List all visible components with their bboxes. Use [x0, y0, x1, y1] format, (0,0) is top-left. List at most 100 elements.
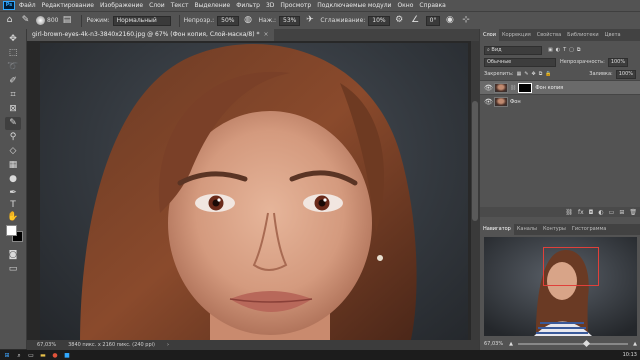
layer-name[interactable]: Фон [510, 99, 521, 105]
navigator-preview[interactable] [484, 237, 637, 336]
tab-paths[interactable]: Контуры [540, 224, 569, 235]
lock-all-icon[interactable]: 🔒 [545, 71, 551, 77]
filter-smart-icon[interactable]: ⧉ [577, 47, 581, 53]
brush-tool-icon[interactable]: ✎ [20, 15, 31, 26]
eye-icon[interactable]: 👁 [484, 98, 494, 106]
angle-field[interactable]: 0° [425, 15, 441, 26]
zoom-in-icon[interactable]: ▲ [633, 341, 637, 347]
brush-settings-icon[interactable]: ▤ [61, 15, 72, 26]
filter-shape-icon[interactable]: ▢ [569, 47, 574, 53]
layer-name[interactable]: Фон копия [535, 85, 563, 91]
airbrush-icon[interactable]: ✈ [304, 15, 315, 26]
marquee-tool-icon[interactable]: ⬚ [5, 47, 21, 60]
filter-type-icon[interactable]: T [563, 47, 566, 53]
mode-select[interactable]: Нормальный [112, 15, 171, 26]
eraser-tool-icon[interactable]: ◇ [5, 145, 21, 158]
home-icon[interactable]: ⌂ [4, 15, 15, 26]
frame-tool-icon[interactable]: ⊠ [5, 103, 21, 116]
tab-properties[interactable]: Свойства [534, 29, 564, 41]
status-zoom[interactable]: 67,03% [37, 342, 56, 348]
menu-select[interactable]: Выделение [194, 2, 230, 9]
layer-opacity-field[interactable]: 100% [607, 57, 629, 67]
layer-row-fon-kopiya[interactable]: 👁 ⛓ Фон копия [480, 80, 640, 94]
filter-pixel-icon[interactable]: ▣ [548, 47, 553, 53]
blend-mode-select[interactable]: Обычные [484, 57, 556, 67]
symmetry-icon[interactable]: ⊹ [460, 15, 471, 26]
pressure-field[interactable]: 53% [279, 15, 301, 26]
brush-tool-icon[interactable]: ✎ [5, 117, 21, 130]
screen-mode-icon[interactable]: ▭ [5, 263, 21, 276]
folder-icon[interactable]: ▭ [609, 209, 615, 216]
tab-navigator[interactable]: Навигатор [480, 224, 514, 235]
crop-tool-icon[interactable]: ⌗ [5, 89, 21, 102]
brush-preset-icon[interactable] [36, 16, 45, 25]
menu-file[interactable]: Файл [19, 2, 36, 9]
lock-artboard-icon[interactable]: ⧉ [539, 71, 543, 77]
menu-3d[interactable]: 3D [266, 2, 274, 9]
gradient-tool-icon[interactable]: ▦ [5, 159, 21, 172]
tab-layers[interactable]: Слои [480, 29, 499, 41]
navigator-zoom-value[interactable]: 67,03% [484, 341, 503, 347]
menu-help[interactable]: Справка [419, 2, 445, 9]
tab-histogram[interactable]: Гистограмма [569, 224, 610, 235]
menu-filter[interactable]: Фильтр [236, 2, 260, 9]
task-view-icon[interactable]: ▭ [27, 352, 35, 359]
link-icon[interactable]: ⛓ [510, 85, 516, 91]
stamp-tool-icon[interactable]: ⚲ [5, 131, 21, 144]
menu-type[interactable]: Текст [171, 2, 189, 9]
search-icon[interactable]: ⌕ [15, 352, 23, 359]
tray-clock[interactable]: 10:13 [623, 352, 637, 358]
layer-row-fon[interactable]: 👁 Фон [480, 94, 640, 108]
menu-view[interactable]: Просмотр [280, 2, 311, 9]
tab-channels[interactable]: Каналы [514, 224, 540, 235]
lock-pixels-icon[interactable]: ▦ [517, 71, 522, 77]
lock-move-icon[interactable]: ✥ [532, 71, 536, 77]
smoothing-gear-icon[interactable]: ⚙ [394, 15, 405, 26]
adjustment-icon[interactable]: ◐ [598, 209, 603, 216]
photoshop-logo[interactable]: Ps [3, 1, 15, 10]
image-canvas[interactable] [40, 43, 468, 344]
windows-start-icon[interactable]: ⊞ [3, 352, 11, 359]
layer-mask-thumbnail[interactable] [518, 82, 533, 93]
browser-icon[interactable]: ● [51, 352, 59, 359]
move-tool-icon[interactable]: ✥ [5, 33, 21, 46]
opacity-field[interactable]: 50% [217, 15, 239, 26]
scrollbar-thumb[interactable] [472, 101, 478, 221]
trash-icon[interactable]: 🗑 [629, 209, 637, 216]
lock-brush-icon[interactable]: ✎ [524, 71, 528, 77]
zoom-out-icon[interactable]: ▲ [509, 341, 513, 347]
quick-mask-icon[interactable]: ◙ [5, 249, 21, 262]
new-layer-icon[interactable]: ⊞ [619, 209, 624, 216]
dodge-tool-icon[interactable]: ● [5, 173, 21, 186]
menu-plugins[interactable]: Подключаемые модули [317, 2, 391, 9]
chevron-right-icon[interactable]: › [167, 342, 169, 348]
document-tab[interactable]: girl-brown-eyes-4k-n3-3840x2160.jpg @ 67… [27, 29, 274, 41]
smoothing-field[interactable]: 10% [368, 15, 390, 26]
tab-adjustments[interactable]: Коррекция [499, 29, 534, 41]
fill-field[interactable]: 100% [615, 69, 636, 79]
navigator-view-box[interactable] [543, 247, 599, 286]
tab-color[interactable]: Цвета [602, 29, 624, 41]
close-icon[interactable]: × [263, 29, 268, 41]
filter-adjust-icon[interactable]: ◐ [556, 47, 560, 53]
explorer-icon[interactable]: ▬ [39, 352, 47, 359]
brush-size-value[interactable]: 800 [47, 17, 58, 24]
eye-icon[interactable]: 👁 [484, 84, 494, 92]
zoom-slider-knob[interactable] [583, 339, 591, 347]
mask-icon[interactable]: ◘ [589, 209, 594, 216]
pressure-size-icon[interactable]: ◉ [444, 15, 455, 26]
menu-edit[interactable]: Редактирование [42, 2, 94, 9]
vertical-scrollbar[interactable] [471, 41, 479, 344]
layer-filter-select[interactable]: ⌕ Вид [484, 45, 542, 55]
hand-tool-icon[interactable]: ✋ [5, 211, 21, 224]
menu-layers[interactable]: Слои [149, 2, 165, 9]
zoom-slider[interactable] [517, 339, 629, 347]
link-icon[interactable]: ⛓ [565, 209, 573, 216]
tab-libraries[interactable]: Библиотеки [564, 29, 602, 41]
quick-select-tool-icon[interactable]: ✐ [5, 75, 21, 88]
fx-icon[interactable]: fx [578, 209, 584, 216]
pressure-opacity-icon[interactable]: ◍ [243, 15, 254, 26]
menu-window[interactable]: Окно [397, 2, 413, 9]
photoshop-taskbar-icon[interactable]: ■ [63, 352, 71, 359]
foreground-color-swatch[interactable] [6, 225, 17, 236]
